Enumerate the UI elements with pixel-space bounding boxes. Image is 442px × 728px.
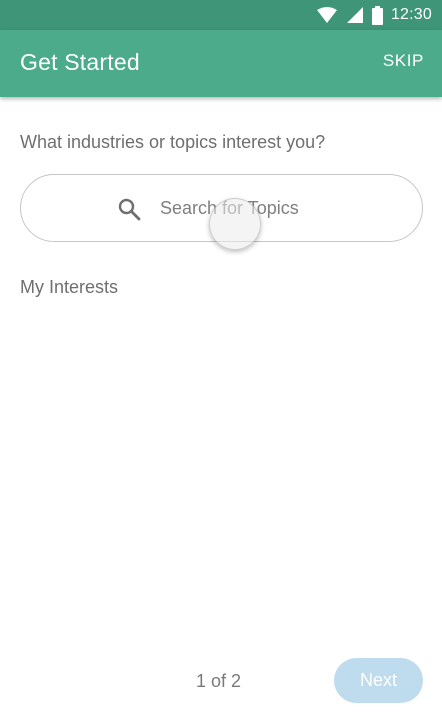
next-button[interactable]: Next [334, 658, 423, 703]
app-bar: Get Started SKIP [0, 30, 442, 97]
my-interests-heading: My Interests [20, 277, 119, 297]
status-time: 12:30 [390, 6, 432, 23]
skip-button[interactable]: SKIP [383, 51, 424, 71]
wifi-icon [316, 7, 337, 23]
page-title: Get Started [20, 49, 140, 75]
search-icon [118, 198, 141, 221]
topics-prompt: What industries or topics interest you? [20, 132, 326, 152]
signal-icon [346, 7, 363, 23]
status-icons: 12:30 [316, 0, 432, 30]
status-bar: 12:30 [0, 0, 442, 30]
page-indicator: 1 of 2 [196, 671, 242, 691]
touch-indicator [209, 198, 261, 250]
battery-icon [371, 5, 383, 25]
